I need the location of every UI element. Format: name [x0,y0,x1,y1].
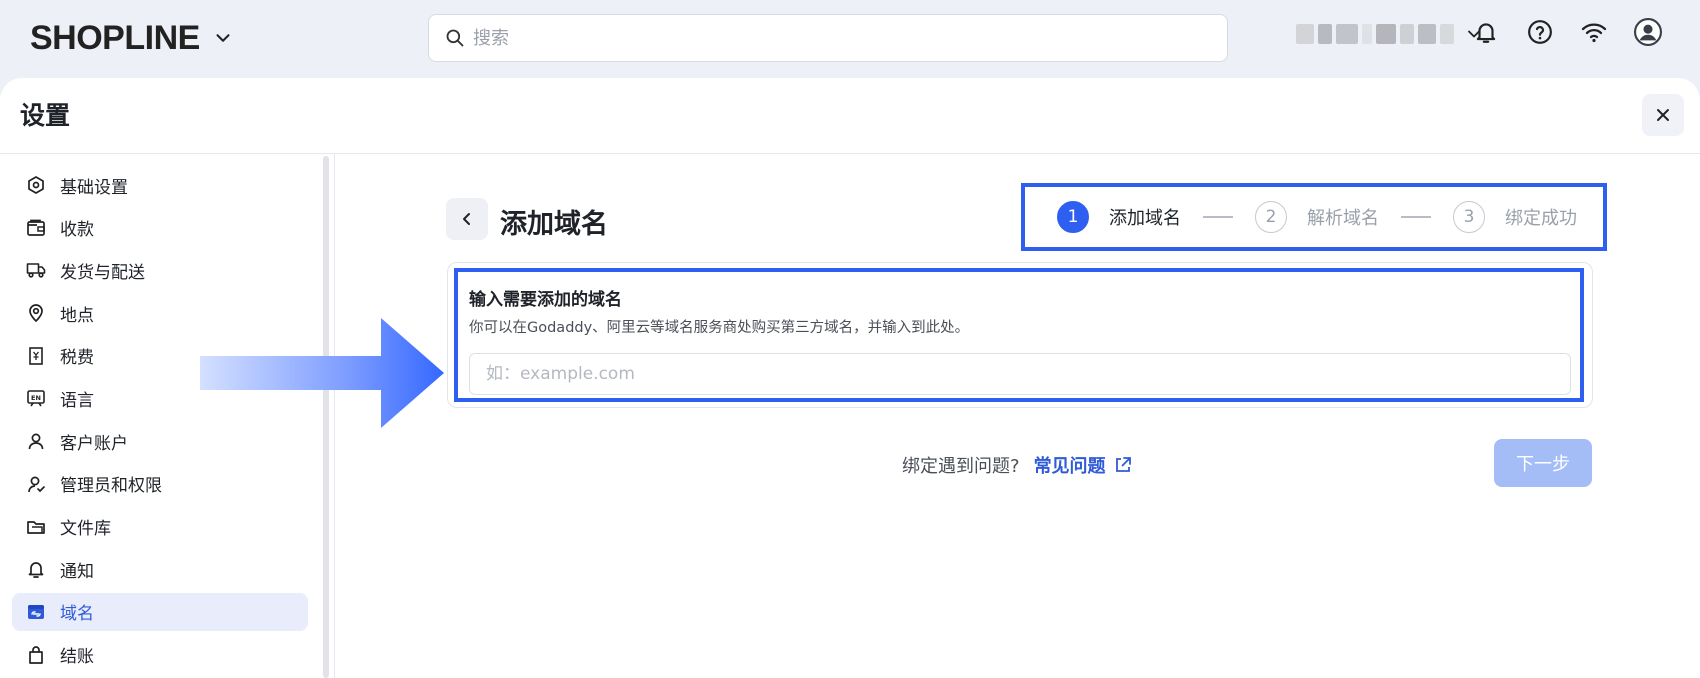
sidebar-item-domains[interactable]: 域名 [12,592,308,631]
search-bar[interactable] [428,14,1228,62]
next-step-button[interactable]: 下一步 [1494,439,1592,487]
sidebar-item-basic-settings[interactable]: 基础设置 [12,166,308,204]
logo-text: SHOPLINE [30,18,200,57]
sidebar-item-label: 通知 [60,561,94,582]
step-connector [1401,216,1431,218]
domain-input[interactable] [469,353,1571,395]
sidebar-item-label: 结账 [60,647,94,668]
step-bind-success: 3 绑定成功 [1453,201,1577,233]
step-indicator: 1 添加域名 2 解析域名 3 绑定成功 [1021,183,1607,251]
step-number: 2 [1255,201,1287,233]
store-switcher[interactable] [1296,24,1484,44]
sidebar-item-label: 域名 [60,604,94,625]
admin-user-icon [26,474,46,494]
bell-icon [26,559,46,579]
sidebar-item-label: 管理员和权限 [60,476,162,497]
bag-icon [26,645,46,665]
help-text: 绑定遇到问题? [902,456,1020,477]
step-label: 绑定成功 [1505,208,1577,229]
shopline-logo[interactable]: SHOPLINE [30,18,234,58]
header-divider [0,153,1700,154]
bell-icon[interactable] [1472,18,1500,46]
sidebar-item-label: 收款 [60,220,94,241]
faq-link[interactable]: 常见问题 [1034,452,1132,478]
user-icon [26,431,46,451]
sidebar-item-notifications[interactable]: 通知 [12,550,308,588]
chevron-down-icon [216,34,230,42]
faq-link-label: 常见问题 [1033,456,1106,477]
step-label: 添加域名 [1109,208,1181,229]
search-icon [446,29,464,47]
sidebar-item-checkout[interactable]: 结账 [12,636,308,674]
sidebar-item-label: 发货与配送 [60,262,145,283]
truck-icon [26,260,46,280]
domain-icon [26,602,46,622]
step-resolve-domain: 2 解析域名 [1255,201,1379,233]
external-link-icon [1115,457,1131,472]
card-title: 输入需要添加的域名 [469,290,622,310]
close-icon [1657,109,1669,121]
help-icon[interactable] [1526,18,1554,46]
sidebar-item-payments[interactable]: 收款 [12,209,308,247]
store-name-redacted [1296,24,1454,44]
sidebar-item-admin-permissions[interactable]: 管理员和权限 [12,465,308,503]
sidebar-item-shipping[interactable]: 发货与配送 [12,251,308,289]
top-bar: SHOPLINE [0,0,1700,78]
sidebar-item-label: 基础设置 [60,177,128,198]
step-number: 3 [1453,201,1485,233]
location-pin-icon [26,303,46,323]
sidebar-item-file-library[interactable]: 文件库 [12,508,308,546]
close-button[interactable] [1642,94,1684,136]
sidebar-item-label: 语言 [60,390,94,411]
tutorial-arrow-icon [200,318,444,428]
search-input[interactable] [473,27,1213,49]
content-heading: 添加域名 [500,209,608,240]
help-section: 绑定遇到问题? 常见问题 [902,452,1132,478]
step-number: 1 [1057,201,1089,233]
wallet-icon [26,218,46,238]
folder-icon [26,517,46,537]
sidebar-item-label: 税费 [60,348,94,369]
step-label: 解析域名 [1307,208,1379,229]
step-add-domain: 1 添加域名 [1057,201,1181,233]
svg-text:EN: EN [31,394,41,402]
page-title: 设置 [20,101,71,130]
chevron-left-icon [463,213,470,225]
card-description: 你可以在Godaddy、阿里云等域名服务商处购买第三方域名，并输入到此处。 [469,320,970,336]
sidebar-item-label: 文件库 [60,519,111,539]
sidebar-item-label: 客户账户 [60,433,128,454]
back-button[interactable] [446,198,488,240]
sidebar-item-label: 地点 [60,305,94,326]
settings-hex-icon [26,175,46,195]
wifi-icon [1580,18,1608,46]
step-connector [1203,216,1233,218]
receipt-icon [26,346,46,366]
language-icon: EN [26,388,46,408]
avatar[interactable] [1634,18,1662,46]
